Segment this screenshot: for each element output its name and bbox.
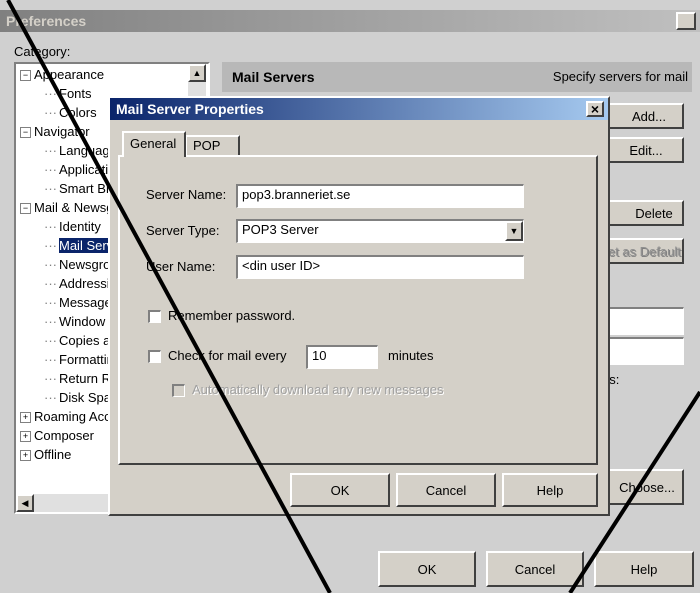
tab-general[interactable]: General bbox=[122, 131, 186, 157]
cross-out-lines bbox=[6, 0, 700, 593]
